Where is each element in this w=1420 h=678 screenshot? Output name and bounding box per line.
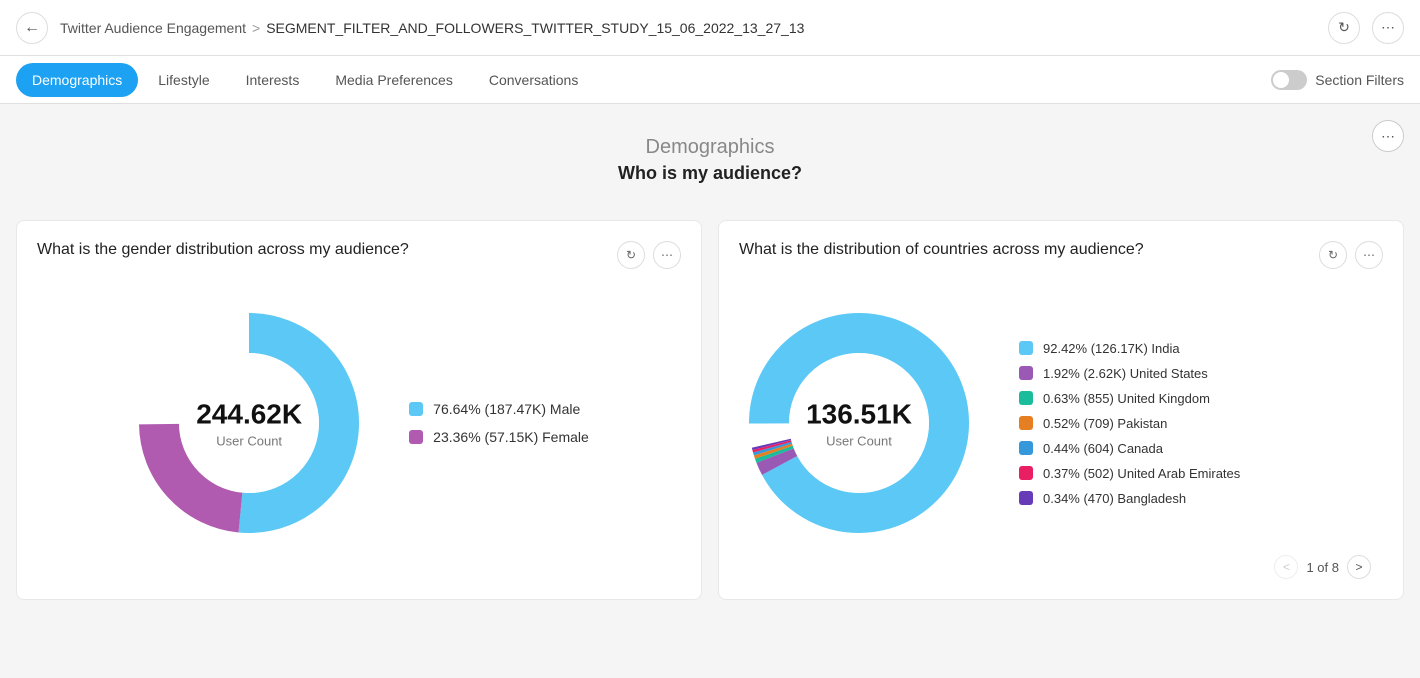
gender-chart-actions: ↻ ⋯ [617,241,681,269]
section-subtitle: Who is my audience? [24,163,1396,184]
legend-dot-usa [1019,366,1033,380]
legend-label-male: 76.64% (187.47K) Male [433,401,580,417]
legend-label-canada: 0.44% (604) Canada [1043,441,1163,456]
tab-interests[interactable]: Interests [230,63,316,97]
charts-area: What is the gender distribution across m… [0,204,1420,616]
country-legend: 92.42% (126.17K) India 1.92% (2.62K) Uni… [1019,341,1383,506]
legend-label-usa: 1.92% (2.62K) United States [1043,366,1208,381]
gender-chart-content: 244.62K User Count 76.64% (187.47K) Male… [37,293,681,553]
header-right: ↻ ⋯ [1328,12,1404,44]
country-chart-content: 136.51K User Count 92.42% (126.17K) Indi… [739,293,1383,553]
legend-dot-male [409,402,423,416]
more-icon: ⋯ [1381,19,1395,36]
country-center-label: User Count [806,433,912,448]
section-more-icon: ⋯ [1381,128,1395,145]
legend-label-female: 23.36% (57.15K) Female [433,429,589,445]
section-title: Demographics [24,136,1396,159]
gender-center-label: User Count [196,433,302,448]
section-filters-label: Section Filters [1315,72,1404,88]
country-chart-header: What is the distribution of countries ac… [739,241,1383,269]
refresh-button[interactable]: ↻ [1328,12,1360,44]
tabs-container: Demographics Lifestyle Interests Media P… [16,56,594,103]
next-page-button[interactable]: > [1347,555,1371,579]
refresh-icon: ↻ [626,248,636,262]
tab-demographics[interactable]: Demographics [16,63,138,97]
more-icon: ⋯ [661,248,673,262]
legend-dot-pakistan [1019,416,1033,430]
legend-item-canada: 0.44% (604) Canada [1019,441,1383,456]
breadcrumb-separator: > [252,20,260,36]
breadcrumb-parent[interactable]: Twitter Audience Engagement [60,20,246,36]
section-header-area: ⋯ Demographics Who is my audience? [0,104,1420,204]
legend-dot-uk [1019,391,1033,405]
legend-label-bangladesh: 0.34% (470) Bangladesh [1043,491,1186,506]
prev-icon: < [1283,560,1290,574]
gender-chart-card: What is the gender distribution across m… [16,220,702,600]
legend-item-male: 76.64% (187.47K) Male [409,401,589,417]
country-donut-center: 136.51K User Count [806,398,912,449]
prev-page-button[interactable]: < [1274,555,1298,579]
gender-chart-more[interactable]: ⋯ [653,241,681,269]
legend-item-usa: 1.92% (2.62K) United States [1019,366,1383,381]
refresh-icon: ↻ [1338,19,1350,36]
country-chart-actions: ↻ ⋯ [1319,241,1383,269]
breadcrumb: Twitter Audience Engagement > SEGMENT_FI… [60,20,804,36]
section-more-button[interactable]: ⋯ [1372,120,1404,152]
next-icon: > [1355,560,1362,574]
header-left: ← Twitter Audience Engagement > SEGMENT_… [16,12,804,44]
gender-donut-center: 244.62K User Count [196,398,302,449]
legend-item-pakistan: 0.52% (709) Pakistan [1019,416,1383,431]
refresh-icon: ↻ [1328,248,1338,262]
page-label: 1 of 8 [1306,560,1339,575]
legend-item-uae: 0.37% (502) United Arab Emirates [1019,466,1383,481]
gender-legend: 76.64% (187.47K) Male 23.36% (57.15K) Fe… [409,401,589,445]
country-chart-refresh[interactable]: ↻ [1319,241,1347,269]
country-chart-card: What is the distribution of countries ac… [718,220,1404,600]
legend-item-female: 23.36% (57.15K) Female [409,429,589,445]
app-header: ← Twitter Audience Engagement > SEGMENT_… [0,0,1420,56]
back-button[interactable]: ← [16,12,48,44]
legend-item-uk: 0.63% (855) United Kingdom [1019,391,1383,406]
gender-chart-header: What is the gender distribution across m… [37,241,681,269]
legend-dot-india [1019,341,1033,355]
legend-label-uk: 0.63% (855) United Kingdom [1043,391,1210,406]
country-chart-more[interactable]: ⋯ [1355,241,1383,269]
legend-item-bangladesh: 0.34% (470) Bangladesh [1019,491,1383,506]
country-center-value: 136.51K [806,398,912,432]
legend-label-uae: 0.37% (502) United Arab Emirates [1043,466,1240,481]
tab-media-preferences[interactable]: Media Preferences [319,63,469,97]
gender-center-value: 244.62K [196,398,302,432]
legend-dot-uae [1019,466,1033,480]
legend-dot-canada [1019,441,1033,455]
gender-chart-refresh[interactable]: ↻ [617,241,645,269]
legend-dot-bangladesh [1019,491,1033,505]
legend-label-pakistan: 0.52% (709) Pakistan [1043,416,1167,431]
tabs-bar: Demographics Lifestyle Interests Media P… [0,56,1420,104]
gender-chart-question: What is the gender distribution across m… [37,241,409,259]
section-filters-toggle[interactable] [1271,70,1307,90]
section-filters-control: Section Filters [1271,70,1404,90]
breadcrumb-current: SEGMENT_FILTER_AND_FOLLOWERS_TWITTER_STU… [266,20,804,36]
country-donut: 136.51K User Count [739,303,979,543]
tab-conversations[interactable]: Conversations [473,63,595,97]
chart-pagination: < 1 of 8 > [1258,547,1387,587]
back-icon: ← [24,19,40,37]
country-chart-question: What is the distribution of countries ac… [739,241,1144,259]
more-icon: ⋯ [1363,248,1375,262]
tab-lifestyle[interactable]: Lifestyle [142,63,225,97]
legend-label-india: 92.42% (126.17K) India [1043,341,1180,356]
more-options-button[interactable]: ⋯ [1372,12,1404,44]
gender-donut: 244.62K User Count [129,303,369,543]
legend-dot-female [409,430,423,444]
legend-item-india: 92.42% (126.17K) India [1019,341,1383,356]
